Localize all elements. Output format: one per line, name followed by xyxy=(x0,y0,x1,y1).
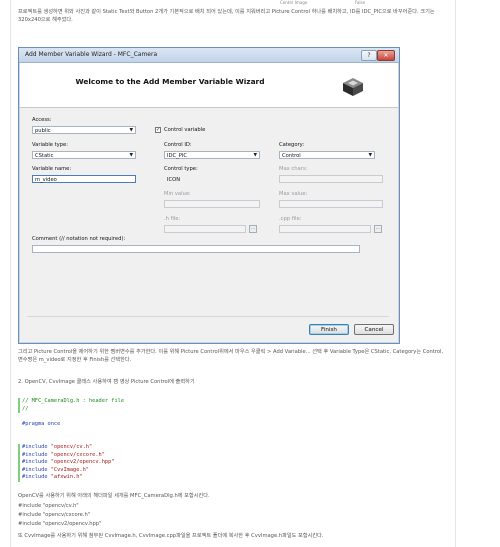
access-select[interactable]: public ▼ xyxy=(32,126,136,134)
include-line: #include "opencv/cv.h" xyxy=(18,503,79,509)
center-image-label: Center Image xyxy=(280,0,308,5)
max-chars-label: Max chars: xyxy=(279,166,308,172)
control-variable-checkbox[interactable]: ✓ xyxy=(155,127,161,133)
code-gutter xyxy=(18,444,20,482)
min-value-input[interactable] xyxy=(164,200,260,208)
comment-label: Comment (// notation not required): xyxy=(32,236,126,242)
chevron-down-icon: ▼ xyxy=(129,153,133,158)
opencv-paragraph: OpenCV를 사용하기 위해 아래의 헤더파일 세개를 MFC_CameraD… xyxy=(18,493,210,499)
right-border xyxy=(455,0,456,547)
code-line: // xyxy=(22,406,252,414)
code-line: #include "opencv2/opencv.hpp" xyxy=(22,459,252,467)
finish-button[interactable]: Finish xyxy=(309,324,349,335)
chevron-down-icon: ▼ xyxy=(129,128,133,133)
wizard-cube-icon xyxy=(343,78,363,96)
control-id-label: Control ID: xyxy=(164,142,192,148)
wizard-banner: Welcome to the Add Member Variable Wizar… xyxy=(20,63,398,108)
h-file-browse-button[interactable]: ... xyxy=(249,225,257,233)
code-block-includes: #include "opencv/cv.h" #include "opencv/… xyxy=(18,444,252,482)
cpp-file-input[interactable] xyxy=(279,225,371,233)
include-line: #include "opencv2/opencv.hpp" xyxy=(18,521,102,527)
false-label: False xyxy=(355,0,366,5)
code-line: #include "afxwin.h" xyxy=(22,474,252,482)
section-heading: 2. OpenCV, CvvImage 클래스 사용하여 캠 영상 Pictur… xyxy=(18,379,195,385)
cpp-file-label: .cpp file: xyxy=(279,216,302,222)
variable-type-label: Variable type: xyxy=(32,142,68,148)
category-label: Category: xyxy=(279,142,305,148)
access-label: Access: xyxy=(32,117,52,123)
variable-type-select[interactable]: CStatic ▼ xyxy=(32,151,136,159)
category-value: Control xyxy=(282,153,301,159)
code-directive: #include xyxy=(22,451,48,458)
control-id-select[interactable]: IDC_PIC ▼ xyxy=(164,151,260,159)
max-value-label: Max value: xyxy=(279,191,308,197)
control-type-value: ICON xyxy=(167,177,181,183)
h-file-label: .h file: xyxy=(164,216,181,222)
code-directive: #pragma once xyxy=(22,420,61,427)
control-variable-label: Control variable xyxy=(164,127,206,133)
code-comment: // MFC_CameraDlg.h : header file xyxy=(22,398,125,404)
banner-title: Welcome to the Add Member Variable Wizar… xyxy=(75,77,265,86)
code-directive: #include xyxy=(22,444,48,450)
code-string: "opencv/cxcore.h" xyxy=(50,451,105,458)
code-string: "CvvImage.h" xyxy=(50,466,89,473)
button-separator xyxy=(27,316,389,317)
cpp-file-browse-button[interactable]: ... xyxy=(374,225,382,233)
intro-paragraph: 프로젝트를 생성하면 위와 사진과 같이 Static Text와 Button… xyxy=(18,9,435,23)
dialog-title: Add Member Variable Wizard - MFC_Camera xyxy=(25,51,158,58)
dialog-titlebar: Add Member Variable Wizard - MFC_Camera … xyxy=(19,48,399,63)
category-select[interactable]: Control ▼ xyxy=(279,151,375,159)
variable-paragraph: 그리고 Picture Control을 제어하기 위한 멤버변수를 추가한다.… xyxy=(18,349,444,363)
code-line: #include "opencv/cv.h" xyxy=(22,444,252,452)
control-type-value-field: ICON xyxy=(164,175,260,183)
max-value-input[interactable] xyxy=(279,200,383,208)
code-line: #include "CvvImage.h" xyxy=(22,467,252,475)
code-string: "opencv/cv.h" xyxy=(50,444,93,450)
min-value-label: Min value: xyxy=(164,191,191,197)
variable-name-input[interactable]: m_video xyxy=(32,175,136,183)
code-string: "afxwin.h" xyxy=(50,474,83,480)
include-line: #include "opencv/cxcore.h" xyxy=(18,512,91,518)
code-string: "opencv2/opencv.hpp" xyxy=(50,459,115,465)
chevron-down-icon: ▼ xyxy=(368,153,372,158)
code-comment: // xyxy=(22,405,29,412)
add-member-variable-dialog: Add Member Variable Wizard - MFC_Camera … xyxy=(18,47,400,344)
variable-name-value: m_video xyxy=(35,177,57,183)
comment-input[interactable] xyxy=(32,245,360,253)
left-border xyxy=(10,0,11,547)
variable-type-value: CStatic xyxy=(35,153,54,159)
cancel-button[interactable]: Cancel xyxy=(354,324,394,335)
close-button[interactable]: ✕ xyxy=(377,50,395,61)
control-id-value: IDC_PIC xyxy=(167,153,188,159)
h-file-input[interactable] xyxy=(164,225,246,233)
cvvimage-paragraph: 또 CvvImage를 사용하기 위해 첨부된 CvvImage.h, CvvI… xyxy=(18,533,324,539)
control-type-label: Control type: xyxy=(164,166,198,172)
code-line: #include "opencv/cxcore.h" xyxy=(22,452,252,460)
help-button[interactable]: ? xyxy=(361,50,377,61)
chevron-down-icon: ▼ xyxy=(253,153,257,158)
code-gutter xyxy=(18,398,20,413)
blog-page: Center Image False 프로젝트를 생성하면 위와 사진과 같이 … xyxy=(0,0,500,547)
code-line: // MFC_CameraDlg.h : header file xyxy=(22,398,252,406)
variable-name-label: Variable name: xyxy=(32,166,72,172)
max-chars-input[interactable] xyxy=(279,175,383,183)
access-value: public xyxy=(35,128,51,134)
code-line: #pragma once xyxy=(22,421,252,429)
code-block-header: // MFC_CameraDlg.h : header file // #pra… xyxy=(18,398,252,429)
code-directive: #include xyxy=(22,459,48,465)
code-directive: #include xyxy=(22,474,48,480)
code-directive: #include xyxy=(22,466,48,473)
